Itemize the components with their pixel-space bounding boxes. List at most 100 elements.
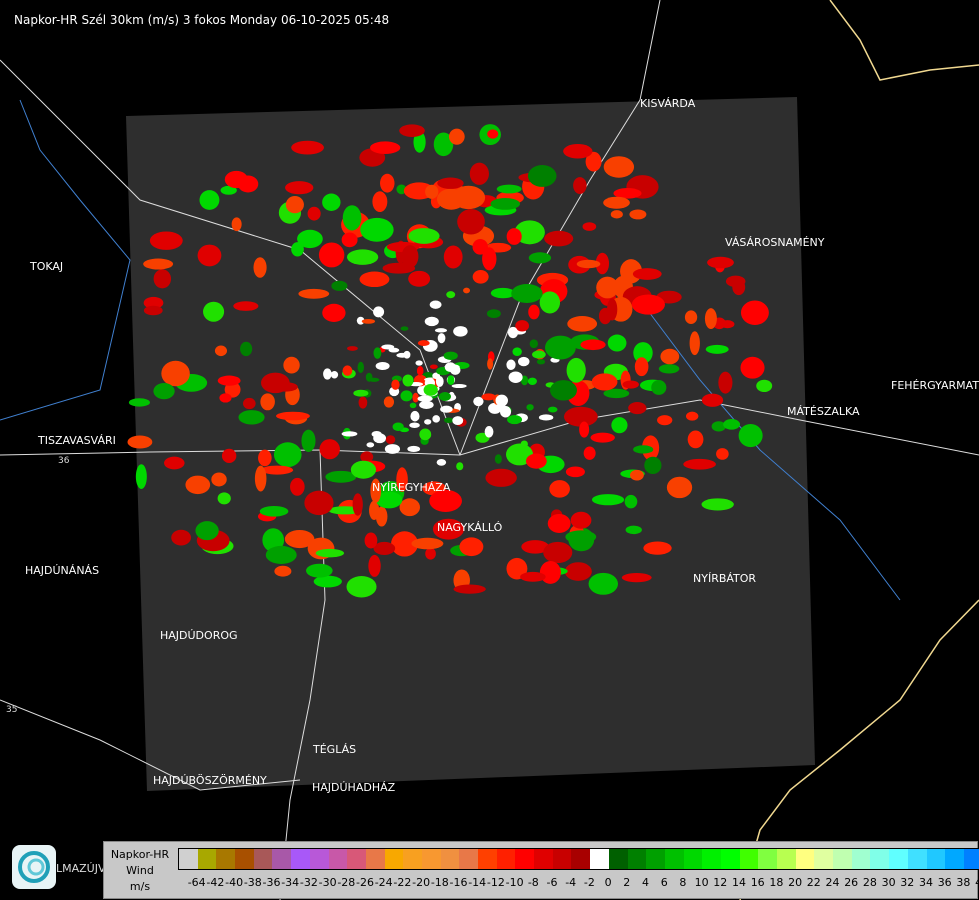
legend-swatch bbox=[478, 849, 497, 869]
radar-echo bbox=[318, 242, 345, 268]
radar-echo bbox=[565, 466, 585, 478]
radar-echo bbox=[341, 232, 358, 248]
radar-echo bbox=[624, 494, 638, 509]
legend-swatch bbox=[291, 849, 310, 869]
radar-echo bbox=[517, 356, 530, 367]
radar-echo bbox=[135, 464, 147, 489]
radar-echo bbox=[472, 269, 489, 284]
radar-echo bbox=[380, 173, 395, 193]
radar-echo bbox=[416, 365, 424, 376]
radar-echo bbox=[508, 371, 523, 383]
radar-echo bbox=[373, 541, 396, 555]
radar-echo bbox=[410, 410, 420, 422]
radar-echo bbox=[549, 380, 577, 401]
legend-swatch bbox=[627, 849, 647, 869]
legend-label: -18 bbox=[430, 876, 449, 889]
radar-echo bbox=[701, 498, 734, 511]
radar-echo bbox=[634, 357, 649, 377]
legend-label: -30 bbox=[318, 876, 337, 889]
radar-echo bbox=[658, 364, 680, 374]
radar-echo bbox=[607, 298, 618, 321]
radar-echo bbox=[323, 368, 332, 380]
legend-swatch bbox=[889, 849, 908, 869]
legend-label: 38 bbox=[956, 876, 971, 889]
radar-echo bbox=[352, 493, 363, 516]
radar-echo bbox=[596, 276, 619, 299]
radar-echo bbox=[622, 380, 639, 389]
radar-echo bbox=[425, 547, 436, 560]
radar-echo bbox=[273, 382, 298, 392]
radar-echo bbox=[224, 170, 248, 189]
legend-label: 24 bbox=[825, 876, 840, 889]
radar-echo bbox=[185, 475, 211, 495]
radar-echo bbox=[330, 370, 339, 379]
legend-label: -38 bbox=[243, 876, 262, 889]
radar-echo bbox=[526, 404, 534, 411]
radar-echo bbox=[290, 477, 305, 496]
legend-label: 0 bbox=[604, 876, 612, 889]
radar-echo bbox=[437, 177, 464, 189]
legend-unit: m/s bbox=[129, 880, 151, 893]
radar-echo bbox=[448, 128, 465, 145]
radar-echo bbox=[331, 280, 348, 291]
radar-echo bbox=[153, 382, 175, 400]
radar-echo bbox=[591, 494, 625, 506]
legend-label: 28 bbox=[862, 876, 877, 889]
radar-echo bbox=[322, 193, 341, 211]
radar-echo bbox=[197, 244, 222, 267]
radar-echo bbox=[424, 419, 432, 425]
radar-echo bbox=[307, 206, 321, 221]
radar-echo bbox=[525, 453, 547, 469]
legend-label: -20 bbox=[412, 876, 431, 889]
radar-echo bbox=[143, 305, 163, 316]
legend-swatch bbox=[515, 849, 535, 869]
legend-labels: -64 -42 -40 -38 -36 -34 -32 -30 -28 -26 -24 -22 -20-… bbox=[178, 876, 979, 890]
radar-echo bbox=[357, 361, 364, 373]
legend-label: 32 bbox=[900, 876, 915, 889]
radar-echo bbox=[684, 310, 698, 325]
radar-echo bbox=[440, 405, 453, 413]
radar-echo bbox=[487, 358, 494, 370]
radar-echo bbox=[683, 458, 716, 470]
radar-echo bbox=[342, 205, 362, 231]
radar-echo bbox=[704, 308, 717, 330]
legend-swatch bbox=[777, 849, 796, 869]
legend-label: 20 bbox=[788, 876, 803, 889]
radar-echo bbox=[539, 291, 561, 314]
legend-swatch bbox=[963, 849, 979, 869]
radar-echo bbox=[567, 316, 598, 332]
radar-echo bbox=[128, 398, 150, 407]
radar-echo bbox=[630, 469, 644, 481]
radar-echo bbox=[527, 165, 557, 187]
radar-echo bbox=[419, 400, 434, 409]
radar-echo bbox=[496, 184, 522, 194]
radar-echo bbox=[161, 360, 190, 387]
radar-echo bbox=[233, 301, 259, 311]
radar-echo bbox=[364, 532, 378, 549]
legend-swatch bbox=[795, 849, 815, 869]
radar-echo bbox=[443, 417, 454, 424]
radar-echo bbox=[392, 422, 404, 431]
radar-echo bbox=[740, 300, 769, 325]
radar-echo bbox=[425, 184, 439, 199]
city-label: MÁTÉSZALKA bbox=[787, 405, 860, 418]
radar-echo bbox=[564, 562, 592, 581]
radar-echo bbox=[274, 565, 292, 577]
radar-echo bbox=[580, 339, 606, 351]
radar-echo bbox=[460, 326, 468, 335]
radar-echo bbox=[490, 198, 521, 210]
city-label: FEHÉRGYARMAT bbox=[891, 379, 979, 392]
radar-echo bbox=[723, 419, 741, 430]
radar-echo bbox=[315, 548, 345, 558]
legend-swatch bbox=[608, 849, 628, 869]
radar-echo bbox=[417, 395, 433, 402]
legend-swatch bbox=[552, 849, 572, 869]
legend-label: 34 bbox=[919, 876, 933, 889]
legend-label: -4 bbox=[565, 876, 577, 889]
radar-echo bbox=[565, 530, 597, 544]
radar-echo bbox=[447, 375, 455, 386]
radar-echo bbox=[399, 498, 420, 517]
radar-echo bbox=[451, 384, 467, 389]
radar-echo bbox=[322, 303, 346, 322]
legend-label: -64 bbox=[187, 876, 206, 889]
